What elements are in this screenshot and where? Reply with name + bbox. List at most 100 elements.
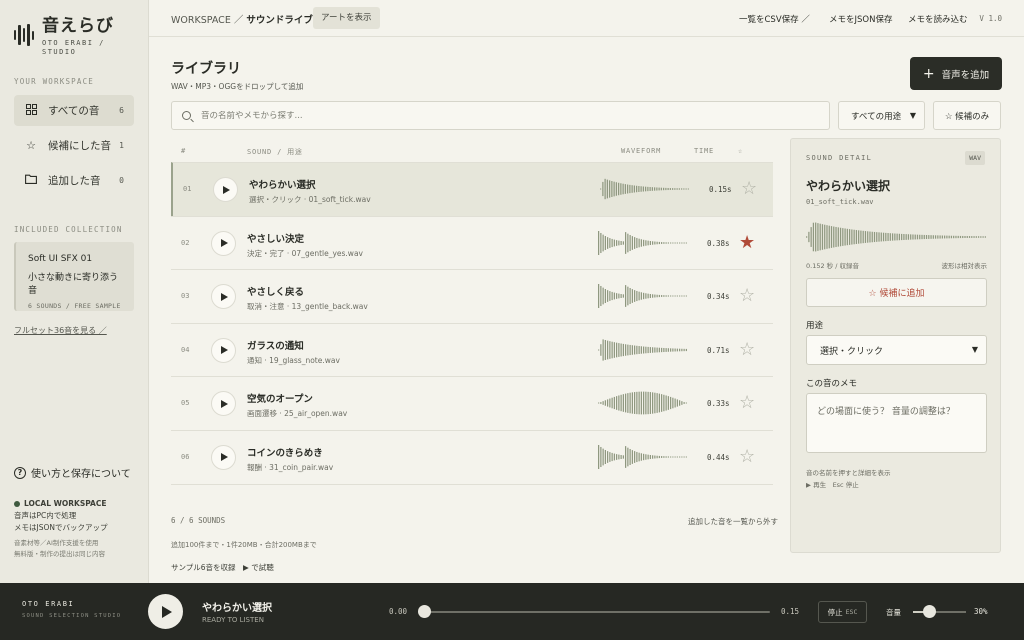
row-play-button[interactable]: [211, 284, 236, 310]
sample-text: サンプル6音を収録: [171, 563, 236, 572]
waveform-bar: [851, 229, 853, 245]
row-sound-name[interactable]: やわらかい選択: [249, 177, 316, 191]
waveform-bar: [654, 294, 656, 298]
nav-label: すべての音: [48, 105, 100, 117]
waveform-bar: [652, 455, 654, 459]
waveform-bar: [634, 290, 636, 303]
seek-handle[interactable]: [418, 605, 431, 618]
seek-track[interactable]: [424, 611, 770, 613]
star-icon[interactable]: ☆: [739, 338, 755, 362]
row-play-button[interactable]: [213, 177, 238, 202]
star-icon[interactable]: ☆: [739, 391, 755, 415]
waveform-bar: [837, 227, 839, 247]
waveform-bar: [620, 294, 622, 299]
sound-row[interactable]: 03 やさしく戻る 取消・注意 · 13_gentle_back.wav 0.3…: [171, 269, 773, 323]
add-to-favorites-button[interactable]: ☆ 候補に追加: [806, 278, 987, 307]
stop-button[interactable]: 停止 ESC: [818, 601, 867, 623]
favorites-only-toggle[interactable]: ☆ 候補のみ: [933, 101, 1001, 130]
waveform-bar: [654, 393, 656, 414]
waveform-bar: [658, 187, 660, 191]
star-icon[interactable]: ☆: [741, 177, 757, 201]
usage-select[interactable]: 選択・クリック ▼: [806, 335, 987, 365]
detail-info: 0.152 秒 / 収録音 波形は相対表示: [806, 260, 987, 270]
nav-added[interactable]: 追加した音 0: [14, 165, 134, 196]
add-sound-button[interactable]: + 音声を追加: [910, 57, 1002, 90]
hint-2: ▶ 再生 Esc 停止: [806, 481, 859, 489]
star-filled-icon[interactable]: ★: [739, 231, 755, 255]
show-art-button[interactable]: アートを表示: [313, 7, 380, 29]
row-play-button[interactable]: [211, 230, 236, 256]
waveform-bar: [669, 188, 671, 190]
waveform-bar: [864, 231, 867, 243]
waveform-bar: [649, 294, 651, 299]
waveform-bar: [830, 226, 833, 248]
waveform-bar: [604, 178, 606, 200]
waveform-bar: [647, 346, 649, 353]
export-csv-button[interactable]: 一覧をCSV保存 ／: [739, 13, 810, 25]
waveform-bar: [624, 184, 626, 194]
waveform-bar: [665, 295, 667, 297]
search-input[interactable]: [201, 110, 801, 121]
waveform-bar: [858, 230, 860, 244]
star-icon[interactable]: ☆: [739, 284, 755, 308]
help-link[interactable]: ? 使い方と保存について: [14, 465, 131, 480]
sound-row[interactable]: 01 やわらかい選択 選択・クリック · 01_soft_tick.wav 0.…: [171, 162, 773, 216]
nav-all-sounds[interactable]: すべての音 6: [14, 95, 134, 126]
save-memo-json-button[interactable]: メモをJSON保存: [829, 13, 892, 25]
usage-filter-select[interactable]: すべての用途 ▼: [838, 101, 925, 130]
grid-icon: [24, 103, 38, 118]
sound-row[interactable]: 05 空気のオープン 画面遷移 · 25_air_open.wav 0.33s …: [171, 376, 773, 430]
folder-icon: [24, 174, 38, 187]
sound-row[interactable]: 06 コインのきらめき 報酬 · 31_coin_pair.wav 0.44s …: [171, 429, 773, 484]
waveform-bar: [634, 236, 636, 249]
page-title: ライブラリ: [171, 61, 241, 77]
waveform-bar: [643, 453, 645, 461]
search-box[interactable]: [171, 101, 830, 130]
nav-favorites[interactable]: ☆ 候補にした音 1: [14, 130, 134, 161]
waveform-bar: [891, 233, 894, 241]
row-play-button[interactable]: [211, 391, 236, 417]
waveform-bar: [600, 232, 602, 253]
row-waveform: [598, 444, 687, 469]
row-sound-name[interactable]: やさしく戻る: [247, 284, 304, 298]
brand-title: 音えらび: [42, 16, 114, 36]
detail-label: SOUND DETAIL: [806, 154, 873, 162]
row-play-button[interactable]: [211, 337, 236, 363]
waveform-bar: [649, 240, 651, 245]
remove-added-link[interactable]: 追加した音を一覧から外す: [688, 516, 778, 527]
waveform-bar: [622, 183, 624, 195]
waveform-bar: [982, 236, 984, 238]
waveform-bar: [629, 393, 631, 414]
waveform-bar: [633, 185, 635, 193]
col-fav[interactable]: ☆: [738, 147, 743, 155]
sound-row[interactable]: 04 ガラスの通知 通知 · 19_glass_note.wav 0.71s ☆: [171, 322, 773, 377]
player-play-button[interactable]: [148, 594, 183, 629]
brand[interactable]: 音えらび OTO ERABI / STUDIO: [14, 16, 114, 57]
col-sound: SOUND / 用途: [247, 148, 303, 156]
row-sound-name[interactable]: 空気のオープン: [247, 391, 313, 405]
breadcrumb-sep: ／: [233, 15, 244, 26]
waveform-bar: [907, 234, 910, 240]
sound-row[interactable]: 02 やさしい決定 決定・完了 · 07_gentle_yes.wav 0.38…: [171, 215, 773, 270]
waveform-bar: [846, 228, 848, 246]
volume-handle[interactable]: [922, 605, 936, 618]
row-sound-name[interactable]: コインのきらめき: [247, 445, 323, 459]
row-sound-name[interactable]: ガラスの通知: [247, 338, 304, 352]
row-sound-name[interactable]: やさしい決定: [247, 231, 304, 245]
waveform-bar: [638, 392, 640, 415]
waveform-bar: [611, 238, 613, 247]
breadcrumb-root[interactable]: WORKSPACE: [171, 15, 231, 26]
row-play-button[interactable]: [211, 444, 236, 470]
waveform-bar: [901, 233, 903, 241]
full-set-link[interactable]: フルセット36音を見る ／: [14, 325, 107, 336]
waveform-bar: [645, 454, 647, 460]
star-icon[interactable]: ☆: [739, 445, 755, 469]
waveform-bar: [611, 452, 613, 462]
collection-card[interactable]: Soft UI SFX 01 小さな動きに寄り添う音 6 SOUNDS / FR…: [14, 242, 134, 311]
local-line1: 音声はPC内で処理: [14, 511, 77, 520]
waveform-bar: [808, 231, 810, 243]
load-memo-button[interactable]: メモを読み込む: [908, 13, 968, 25]
waveform-bar: [848, 229, 851, 245]
waveform-bar: [672, 295, 674, 297]
memo-textarea[interactable]: [806, 393, 987, 453]
